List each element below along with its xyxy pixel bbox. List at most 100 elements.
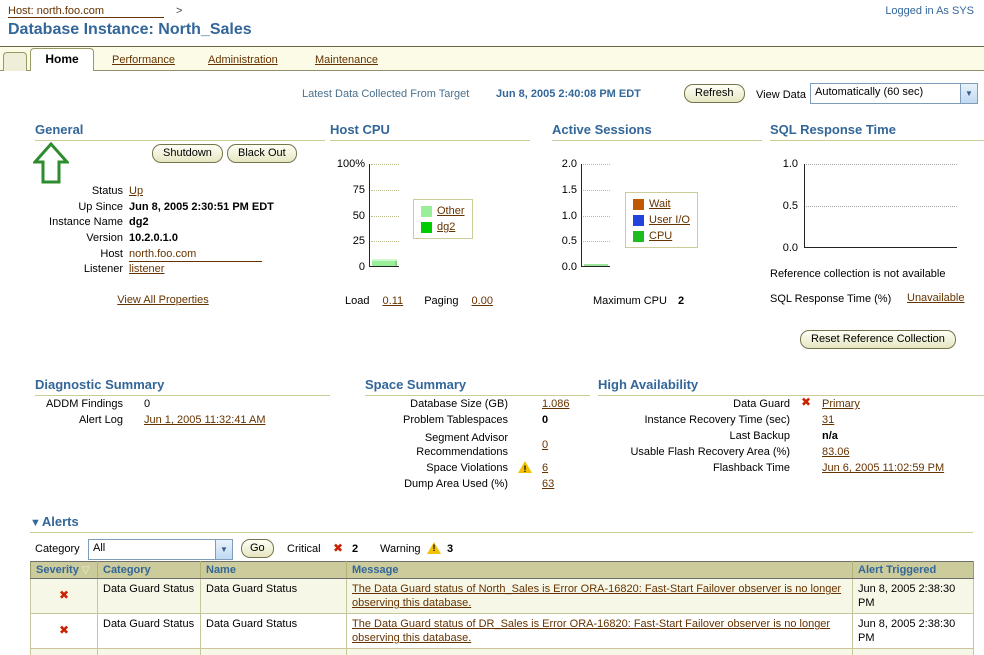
legend-entry: dg2 [421,219,465,235]
breadcrumb-host-link[interactable]: Host: north.foo.com [8,5,164,18]
legend-cpu-link[interactable]: CPU [649,230,672,242]
maximum-cpu-value: 2 [678,295,684,307]
last-backup-value: n/a [822,429,838,443]
tab-maintenance[interactable]: Maintenance [315,54,378,66]
version-value: 10.2.0.1.0 [129,231,178,245]
tab-administration[interactable]: Administration [208,54,278,66]
category-select[interactable]: All ▼ [88,539,233,560]
host-cpu-ytick: 100% [330,158,365,170]
up-since-label: Up Since [35,200,123,214]
instance-name-row: Instance Name dg2 [35,215,325,231]
refresh-button[interactable]: Refresh [684,84,745,103]
latest-data-timestamp: Jun 8, 2005 2:40:08 PM EDT [496,88,641,100]
active-sessions-title: Active Sessions [552,122,762,141]
alert-message-link[interactable]: The Data Guard status of North_Sales is … [352,583,841,609]
gridline [806,164,957,165]
active-sessions-section: Active Sessions 2.0 1.5 1.0 0.5 0.0 Wait… [552,120,762,368]
wait-swatch-icon [633,199,644,210]
general-title: General [35,122,325,141]
go-button[interactable]: Go [241,539,274,558]
category-selected-value: All [89,540,215,559]
critical-icon: ✖ [333,543,343,554]
host-value-link[interactable]: north.foo.com [129,247,262,262]
status-value-link[interactable]: Up [129,184,143,198]
gridline [583,164,610,165]
flashback-time-row: Flashback Time Jun 6, 2005 11:02:59 PM [598,461,984,477]
listener-row: Listener listener [35,262,325,278]
diagnostic-summary-title: Diagnostic Summary [35,377,330,396]
flash-recovery-value-link[interactable]: 83.06 [822,445,850,459]
instance-name-label: Instance Name [35,215,123,229]
blackout-button[interactable]: Black Out [227,144,297,163]
legend-entry: Other [421,203,465,219]
host-cpu-ytick: 75 [330,184,365,196]
gridline [371,190,399,191]
column-header-severity[interactable]: Severity▽ [31,562,98,579]
error-x-icon: ✖ [801,397,811,408]
alert-triggered-cell: Jun 8, 2005 2:38:30 PM [853,614,974,649]
space-violations-value-link[interactable]: 6 [542,461,548,475]
segment-advisor-value-link[interactable]: 0 [542,438,548,452]
reset-reference-collection-button[interactable]: Reset Reference Collection [800,330,956,349]
data-guard-value-link[interactable]: Primary [822,397,860,411]
view-data-label: View Data [756,89,806,101]
space-summary-title: Space Summary [365,377,590,396]
high-availability-section: High Availability Data Guard ✖ Primary I… [598,375,984,495]
column-header-category[interactable]: Category [98,562,201,579]
host-cpu-bar [372,259,397,266]
legend-entry: CPU [633,228,690,244]
legend-wait-link[interactable]: Wait [649,198,671,210]
collapse-triangle-icon[interactable]: ▼ [30,517,41,529]
alert-log-value-link[interactable]: Jun 1, 2005 11:32:41 AM [144,413,266,427]
gridline [371,216,399,217]
listener-value-link[interactable]: listener [129,262,164,276]
view-data-selected-value: Automatically (60 sec) [811,84,960,103]
alert-row: ✖ Data Guard Status Data Guard Status Th… [31,579,974,614]
dump-area-value-link[interactable]: 63 [542,477,554,491]
load-label: Load [345,295,369,307]
instance-recovery-value-link[interactable]: 31 [822,413,834,427]
legend-dg2-link[interactable]: dg2 [437,221,455,233]
segment-advisor-row: Segment Advisor Recommendations 0 [365,429,590,461]
status-label: Status [35,184,123,198]
database-size-value-link[interactable]: 1.086 [542,397,570,411]
critical-count: 2 [352,543,358,555]
host-cpu-title: Host CPU [330,122,530,141]
legend-user-io-link[interactable]: User I/O [649,214,690,226]
dg2-swatch-icon [421,222,432,233]
sql-response-ytick: 1.0 [770,158,798,170]
column-header-message[interactable]: Message [347,562,853,579]
column-header-alert-triggered[interactable]: Alert Triggered [853,562,974,579]
critical-icon: ✖ [59,588,69,602]
paging-value-link[interactable]: 0.00 [472,295,493,307]
sql-response-title: SQL Response Time [770,122,984,141]
load-value-link[interactable]: 0.11 [383,295,404,307]
general-section: General Shutdown Black Out Status Up Up … [35,120,325,368]
flash-recovery-label: Usable Flash Recovery Area (%) [598,445,790,459]
alert-triggered-cell: Jun 8, 2005 2:38:30 PM [853,579,974,614]
dump-area-row: Dump Area Used (%) 63 [365,477,590,493]
instance-recovery-row: Instance Recovery Time (sec) 31 [598,413,984,429]
up-since-row: Up Since Jun 8, 2005 2:30:51 PM EDT [35,200,325,216]
shutdown-button[interactable]: Shutdown [152,144,223,163]
warning-icon: ! [518,461,532,473]
cpu-swatch-icon [633,231,644,242]
tab-home[interactable]: Home [30,48,94,71]
host-cpu-ytick: 25 [330,235,365,247]
alerts-section: ▼Alerts Category All ▼ Go Critical ✖ 2 W… [30,512,973,655]
gridline [371,241,399,242]
view-data-select[interactable]: Automatically (60 sec) ▼ [810,83,978,104]
tab-performance[interactable]: Performance [112,54,175,66]
sql-response-unavailable-link[interactable]: Unavailable [907,292,964,304]
host-cpu-ytick: 0 [330,261,365,273]
alert-message-link[interactable]: The Data Guard status of DR_Sales is Err… [352,618,830,644]
severity-cell: ✖ [31,579,98,614]
view-all-properties-link[interactable]: View All Properties [117,294,209,306]
sql-response-section: SQL Response Time 1.0 0.5 0.0 Reference … [770,120,984,368]
legend-other-link[interactable]: Other [437,205,465,217]
host-label: Host [35,247,123,261]
column-header-name[interactable]: Name [201,562,347,579]
latest-data-label: Latest Data Collected From Target [302,88,469,100]
flashback-time-value-link[interactable]: Jun 6, 2005 11:02:59 PM [822,461,944,475]
space-violations-label: Space Violations [365,461,508,475]
